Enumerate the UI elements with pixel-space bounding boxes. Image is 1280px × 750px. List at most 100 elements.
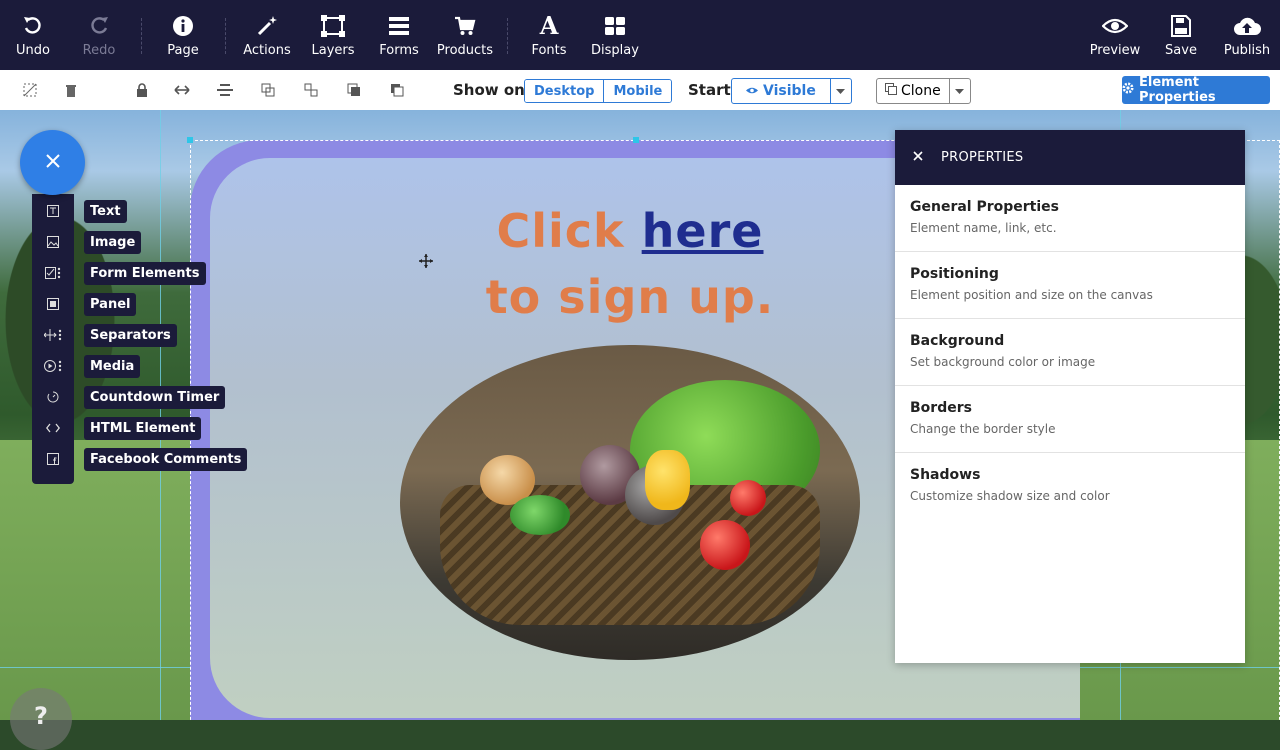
- redo-label: Redo: [82, 42, 116, 58]
- section-description: Element position and size on the canvas: [910, 288, 1153, 302]
- toolbar-divider: [141, 18, 142, 54]
- lock-icon[interactable]: [132, 80, 152, 100]
- undo-icon: [22, 13, 44, 39]
- fonts-button[interactable]: A Fonts: [514, 0, 584, 70]
- publish-button[interactable]: Publish: [1212, 0, 1280, 70]
- add-countdown-timer-item[interactable]: Countdown Timer: [32, 383, 226, 411]
- properties-section-positioning[interactable]: Positioning Element position and size on…: [895, 252, 1245, 319]
- undo-label: Undo: [16, 42, 50, 58]
- add-countdown-timer-label: Countdown Timer: [84, 385, 226, 409]
- separators-icon: [32, 329, 74, 341]
- add-text-item[interactable]: Text: [32, 197, 127, 225]
- visibility-value[interactable]: Visible: [732, 79, 830, 103]
- move-cursor-icon: [419, 254, 433, 272]
- page-button[interactable]: Page: [148, 0, 218, 70]
- grid-icon: [604, 13, 626, 39]
- close-icon: [913, 150, 923, 165]
- add-html-element-item[interactable]: HTML Element: [32, 414, 202, 442]
- chevron-down-icon[interactable]: [829, 79, 851, 103]
- visibility-dropdown[interactable]: Visible: [731, 78, 852, 104]
- clone-button[interactable]: Clone: [877, 79, 949, 103]
- layers-button[interactable]: Layers: [298, 0, 368, 70]
- countdown-timer-icon: [32, 391, 74, 403]
- magic-wand-icon: [255, 13, 279, 39]
- section-title: Borders: [910, 400, 972, 416]
- properties-section-general[interactable]: General Properties Element name, link, e…: [895, 185, 1245, 252]
- clone-dropdown[interactable]: Clone: [876, 78, 971, 104]
- text-icon: [32, 205, 74, 217]
- close-add-menu-button[interactable]: [20, 130, 85, 195]
- cart-icon: [454, 13, 476, 39]
- cloud-upload-icon: [1233, 13, 1261, 39]
- media-icon: [32, 360, 74, 372]
- gear-icon: [1122, 82, 1134, 98]
- section-description: Element name, link, etc.: [910, 221, 1057, 235]
- group-icon[interactable]: [258, 80, 278, 100]
- stretch-horizontal-icon[interactable]: [172, 80, 192, 100]
- products-label: Products: [436, 42, 494, 58]
- align-center-icon[interactable]: [215, 80, 235, 100]
- redo-icon: [88, 13, 110, 39]
- add-image-label: Image: [84, 230, 142, 254]
- redo-button[interactable]: Redo: [64, 0, 134, 70]
- fonts-label: Fonts: [531, 42, 567, 58]
- headline-text[interactable]: Click here to sign up.: [420, 198, 840, 330]
- actions-button[interactable]: Actions: [232, 0, 302, 70]
- tomato-shape: [700, 520, 750, 570]
- resize-handle[interactable]: [633, 137, 639, 143]
- panel-icon: [32, 298, 74, 310]
- add-separators-item[interactable]: Separators: [32, 321, 177, 349]
- add-form-elements-item[interactable]: Form Elements: [32, 259, 206, 287]
- deselect-icon[interactable]: [20, 80, 40, 100]
- products-button[interactable]: Products: [430, 0, 500, 70]
- vegetable-basket-image[interactable]: [400, 345, 860, 660]
- display-button[interactable]: Display: [580, 0, 650, 70]
- facebook-comments-icon: [32, 453, 74, 465]
- display-label: Display: [591, 42, 639, 58]
- visible-label: Visible: [763, 83, 816, 99]
- resize-handle[interactable]: [187, 137, 193, 143]
- top-toolbar: Undo Redo Page Actions Layers Forms Prod…: [0, 0, 1280, 70]
- eye-icon: [1102, 13, 1128, 39]
- start-label: Start: [688, 81, 731, 99]
- section-title: Background: [910, 333, 1005, 349]
- forms-button[interactable]: Forms: [364, 0, 434, 70]
- floppy-disk-icon: [1171, 13, 1191, 39]
- chevron-down-icon[interactable]: [948, 79, 970, 103]
- ungroup-icon[interactable]: [301, 80, 321, 100]
- add-text-label: Text: [84, 199, 127, 223]
- section-description: Customize shadow size and color: [910, 489, 1110, 503]
- add-media-item[interactable]: Media: [32, 352, 141, 380]
- add-panel-item[interactable]: Panel: [32, 290, 137, 318]
- preview-button[interactable]: Preview: [1080, 0, 1150, 70]
- trash-icon[interactable]: [61, 80, 81, 100]
- properties-section-borders[interactable]: Borders Change the border style: [895, 386, 1245, 453]
- help-button[interactable]: ?: [10, 688, 72, 750]
- headline-link[interactable]: here: [642, 204, 764, 258]
- mobile-toggle[interactable]: Mobile: [603, 80, 672, 102]
- actions-label: Actions: [243, 42, 291, 58]
- show-on-label: Show on: [453, 81, 525, 99]
- element-properties-button[interactable]: Element Properties: [1122, 75, 1270, 105]
- image-icon: [32, 236, 74, 248]
- save-button[interactable]: Save: [1146, 0, 1216, 70]
- close-properties-button[interactable]: [895, 150, 941, 165]
- add-image-item[interactable]: Image: [32, 228, 142, 256]
- properties-title: PROPERTIES: [941, 150, 1024, 165]
- send-backward-icon[interactable]: [387, 80, 407, 100]
- bring-forward-icon[interactable]: [344, 80, 364, 100]
- properties-panel: PROPERTIES General Properties Element na…: [895, 130, 1245, 663]
- layers-label: Layers: [311, 42, 355, 58]
- headline-line-1: Click here: [420, 198, 840, 264]
- properties-section-background[interactable]: Background Set background color or image: [895, 319, 1245, 386]
- clone-label: Clone: [901, 83, 941, 99]
- forms-label: Forms: [379, 42, 419, 58]
- properties-section-shadows[interactable]: Shadows Customize shadow size and color: [895, 453, 1245, 520]
- page-label: Page: [167, 42, 199, 58]
- undo-button[interactable]: Undo: [0, 0, 68, 70]
- desktop-toggle[interactable]: Desktop: [525, 80, 604, 102]
- layers-icon: [320, 13, 346, 39]
- add-facebook-comments-item[interactable]: Facebook Comments: [32, 445, 248, 473]
- preview-label: Preview: [1089, 42, 1141, 58]
- add-element-menu: Text Image Form Elements Panel Separator…: [32, 194, 248, 484]
